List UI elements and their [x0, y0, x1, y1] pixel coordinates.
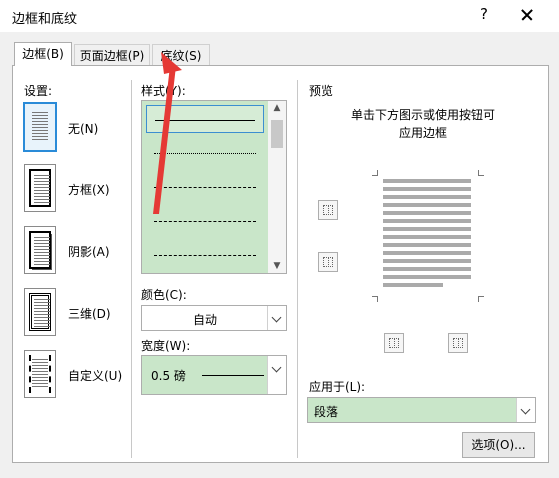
divider-left — [131, 80, 132, 458]
color-select[interactable]: 自动 — [141, 305, 287, 331]
width-select[interactable]: 0.5 磅 — [141, 355, 287, 395]
tab-shading[interactable]: 底纹(S) — [152, 44, 210, 66]
preview-text-line — [383, 179, 471, 183]
preview-text-line — [383, 259, 471, 263]
options-button[interactable]: 选项(O)... — [462, 432, 535, 458]
width-line-sample — [202, 375, 264, 376]
apply-to-value: 段落 — [314, 405, 339, 419]
bottom-border-icon[interactable] — [318, 252, 338, 272]
help-button[interactable]: ? — [474, 5, 494, 23]
preview-text-line — [383, 275, 471, 279]
style-option-dash[interactable] — [146, 207, 264, 235]
preview-text-line — [383, 187, 471, 191]
right-border-icon[interactable] — [448, 333, 468, 353]
preview-text-line — [383, 203, 471, 207]
window-title: 边框和底纹 — [12, 12, 78, 27]
scroll-up-icon[interactable]: ▲ — [268, 103, 286, 113]
chevron-down-icon[interactable] — [267, 306, 286, 330]
chevron-down-icon[interactable] — [267, 356, 286, 394]
tab-borders[interactable]: 边框(B) — [14, 42, 72, 66]
title-bar: 边框和底纹 ? — [0, 0, 559, 32]
box-border-icon[interactable] — [24, 164, 56, 212]
apply-to-label: 应用于(L): — [309, 380, 366, 394]
3d-border-icon[interactable] — [24, 288, 56, 336]
custom-border-icon[interactable] — [24, 350, 56, 398]
chevron-down-icon[interactable] — [516, 398, 535, 422]
style-scrollbar[interactable]: ▲ ▼ — [268, 101, 286, 273]
tab-page-border[interactable]: 页面边框(P) — [74, 44, 150, 66]
preview-hint-2: 应用边框 — [398, 126, 447, 140]
setting-3d-label[interactable]: 三维(D) — [68, 305, 111, 322]
setting-box-label[interactable]: 方框(X) — [68, 181, 110, 198]
preview-text-line — [383, 211, 471, 215]
preview-header: 预览 — [309, 84, 334, 98]
scroll-down-icon[interactable]: ▼ — [268, 261, 286, 271]
preview-text-line — [383, 267, 471, 271]
style-option-dotted[interactable] — [146, 139, 264, 167]
apply-to-select[interactable]: 段落 — [307, 397, 536, 423]
preview-text-line — [383, 251, 471, 255]
setting-none-label[interactable]: 无(N) — [68, 120, 98, 137]
color-label: 颜色(C): — [141, 288, 187, 302]
style-option-fine-dash[interactable] — [146, 173, 264, 201]
style-label: 样式(Y): — [141, 84, 186, 98]
preview-text-line — [383, 227, 471, 231]
top-border-icon[interactable] — [318, 200, 338, 220]
style-list[interactable]: ▲ ▼ — [141, 100, 287, 274]
left-border-icon[interactable] — [384, 333, 404, 353]
setting-shadow-label[interactable]: 阴影(A) — [68, 243, 110, 260]
style-option-solid[interactable] — [146, 105, 264, 133]
width-label: 宽度(W): — [141, 339, 191, 353]
preview-hint-1: 单击下方图示或使用按钮可 — [350, 108, 495, 122]
preview-text-line — [383, 219, 471, 223]
preview-text-line — [383, 195, 471, 199]
preview-text-line — [383, 283, 443, 287]
settings-header: 设置: — [24, 84, 53, 98]
width-value: 0.5 磅 — [151, 369, 186, 383]
style-option-dash-dot[interactable] — [146, 241, 264, 269]
preview-text-line — [383, 235, 471, 239]
scroll-thumb[interactable] — [271, 120, 283, 148]
close-icon[interactable] — [514, 2, 540, 28]
none-border-icon[interactable] — [23, 102, 57, 152]
divider-right — [297, 80, 298, 458]
setting-custom-label[interactable]: 自定义(U) — [68, 367, 122, 384]
shadow-border-icon[interactable] — [24, 226, 56, 274]
color-value: 自动 — [192, 313, 217, 327]
preview-text-line — [383, 243, 471, 247]
